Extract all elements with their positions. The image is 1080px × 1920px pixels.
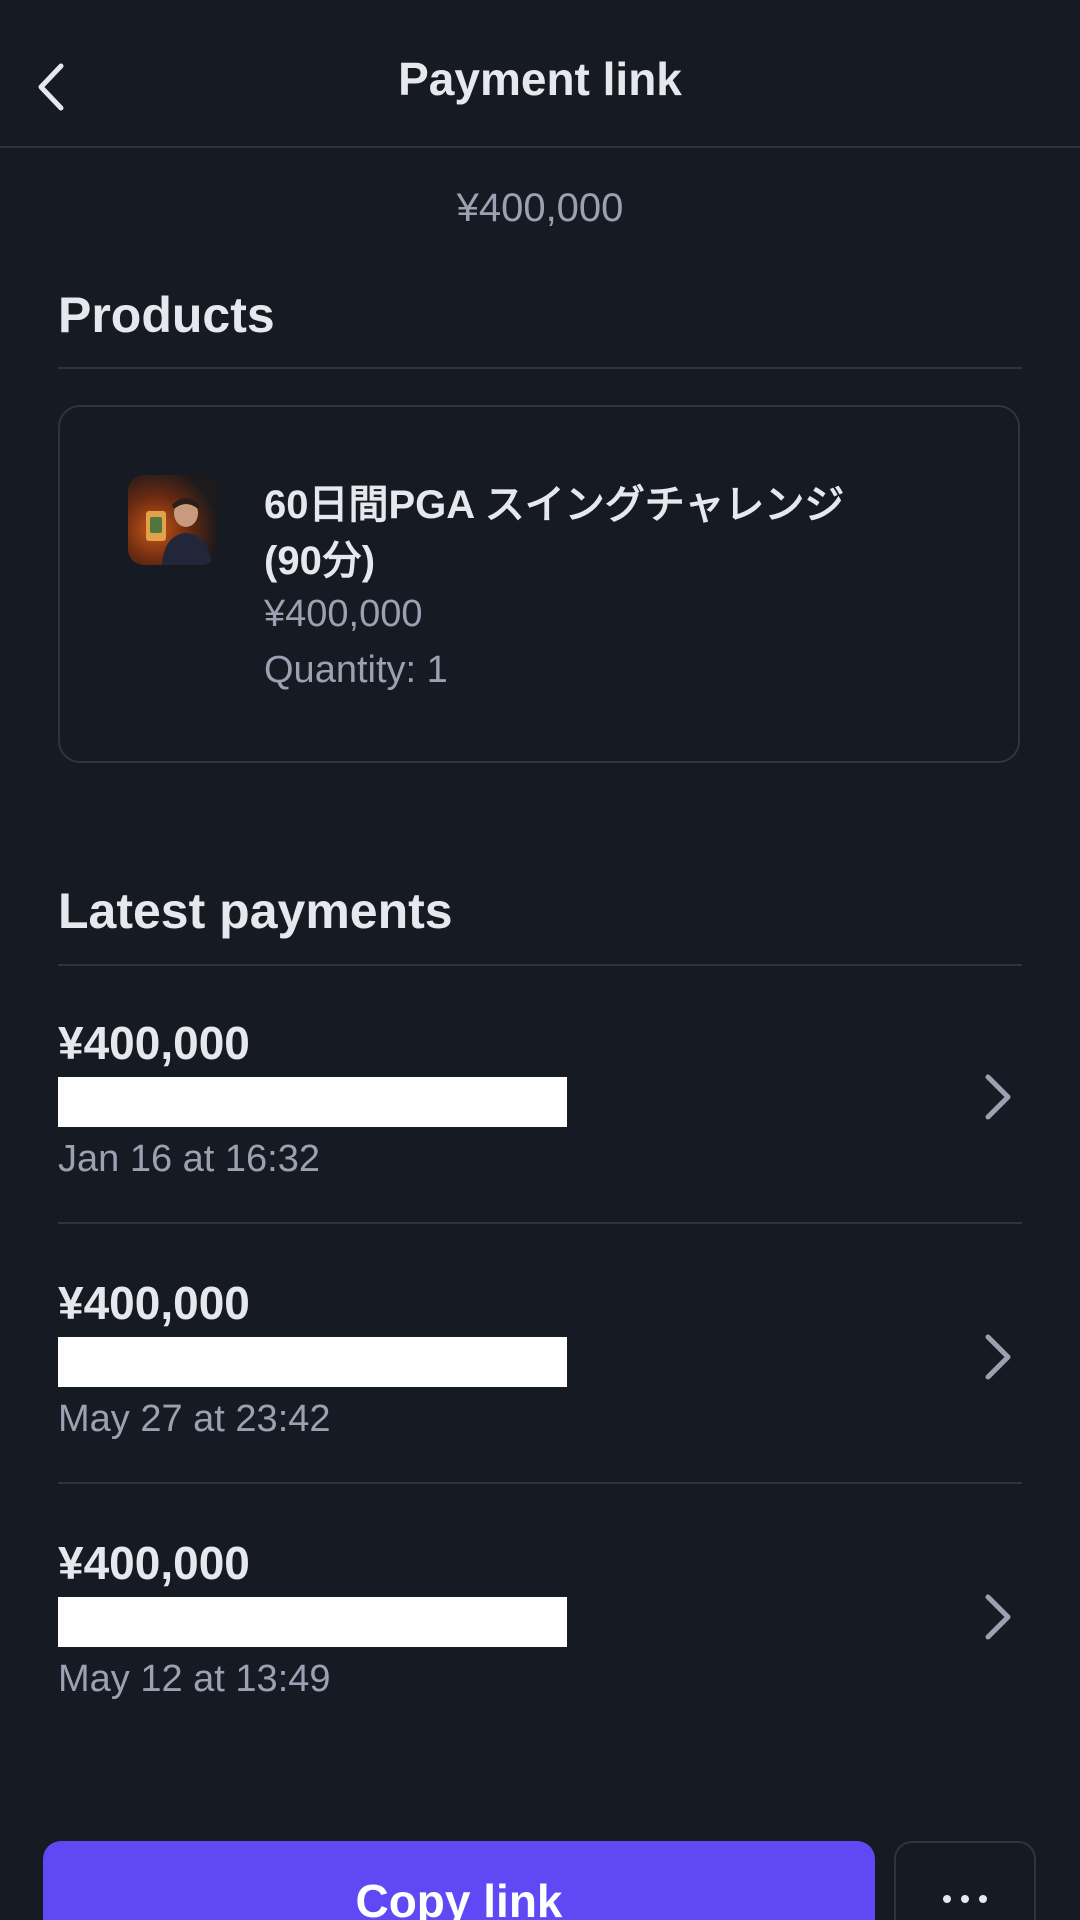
product-card: 60日間PGA スイングチャレンジ (90分) ¥400,000 Quantit… [58,405,1020,763]
redacted-customer-info [58,1597,567,1647]
more-options-button[interactable] [894,1841,1036,1920]
payment-row[interactable]: ¥400,000 Jan 16 at 16:32 [58,966,1022,1224]
chevron-right-icon [972,1322,1022,1392]
chevron-right-icon [972,1582,1022,1652]
payment-amount: ¥400,000 [58,1537,250,1589]
link-total-amount: ¥400,000 [456,186,624,230]
top-navigation-bar: Payment link [0,0,1080,148]
products-section-title: Products [58,287,275,343]
payment-amount: ¥400,000 [58,1017,250,1069]
payment-link-screen: Payment link ¥400,000 Products 60日間PGA ス… [0,0,1080,1920]
payment-row[interactable]: ¥400,000 May 27 at 23:42 [58,1226,1022,1484]
product-image [128,475,218,565]
copy-link-button[interactable]: Copy link [43,1841,875,1920]
payment-date: Jan 16 at 16:32 [58,1138,320,1180]
more-horizontal-icon [943,1895,987,1920]
redacted-customer-info [58,1077,567,1127]
redacted-customer-info [58,1337,567,1387]
product-image-illustration [146,498,212,565]
payment-date: May 27 at 23:42 [58,1398,331,1440]
row-divider [58,1222,1022,1224]
row-divider [58,1482,1022,1484]
product-price: ¥400,000 [264,593,423,635]
chevron-right-icon [972,1062,1022,1132]
payment-row[interactable]: ¥400,000 May 12 at 13:49 [58,1486,1022,1744]
product-name: 60日間PGA スイングチャレンジ (90分) [264,483,845,583]
product-quantity-label: Quantity: 1 [264,649,448,691]
products-divider [58,367,1022,369]
payment-date: May 12 at 13:49 [58,1658,331,1700]
page-title: Payment link [398,53,682,105]
payment-amount: ¥400,000 [58,1277,250,1329]
product-quantity: Quantity: 1 [264,649,448,692]
latest-payments-section-title: Latest payments [58,883,453,939]
